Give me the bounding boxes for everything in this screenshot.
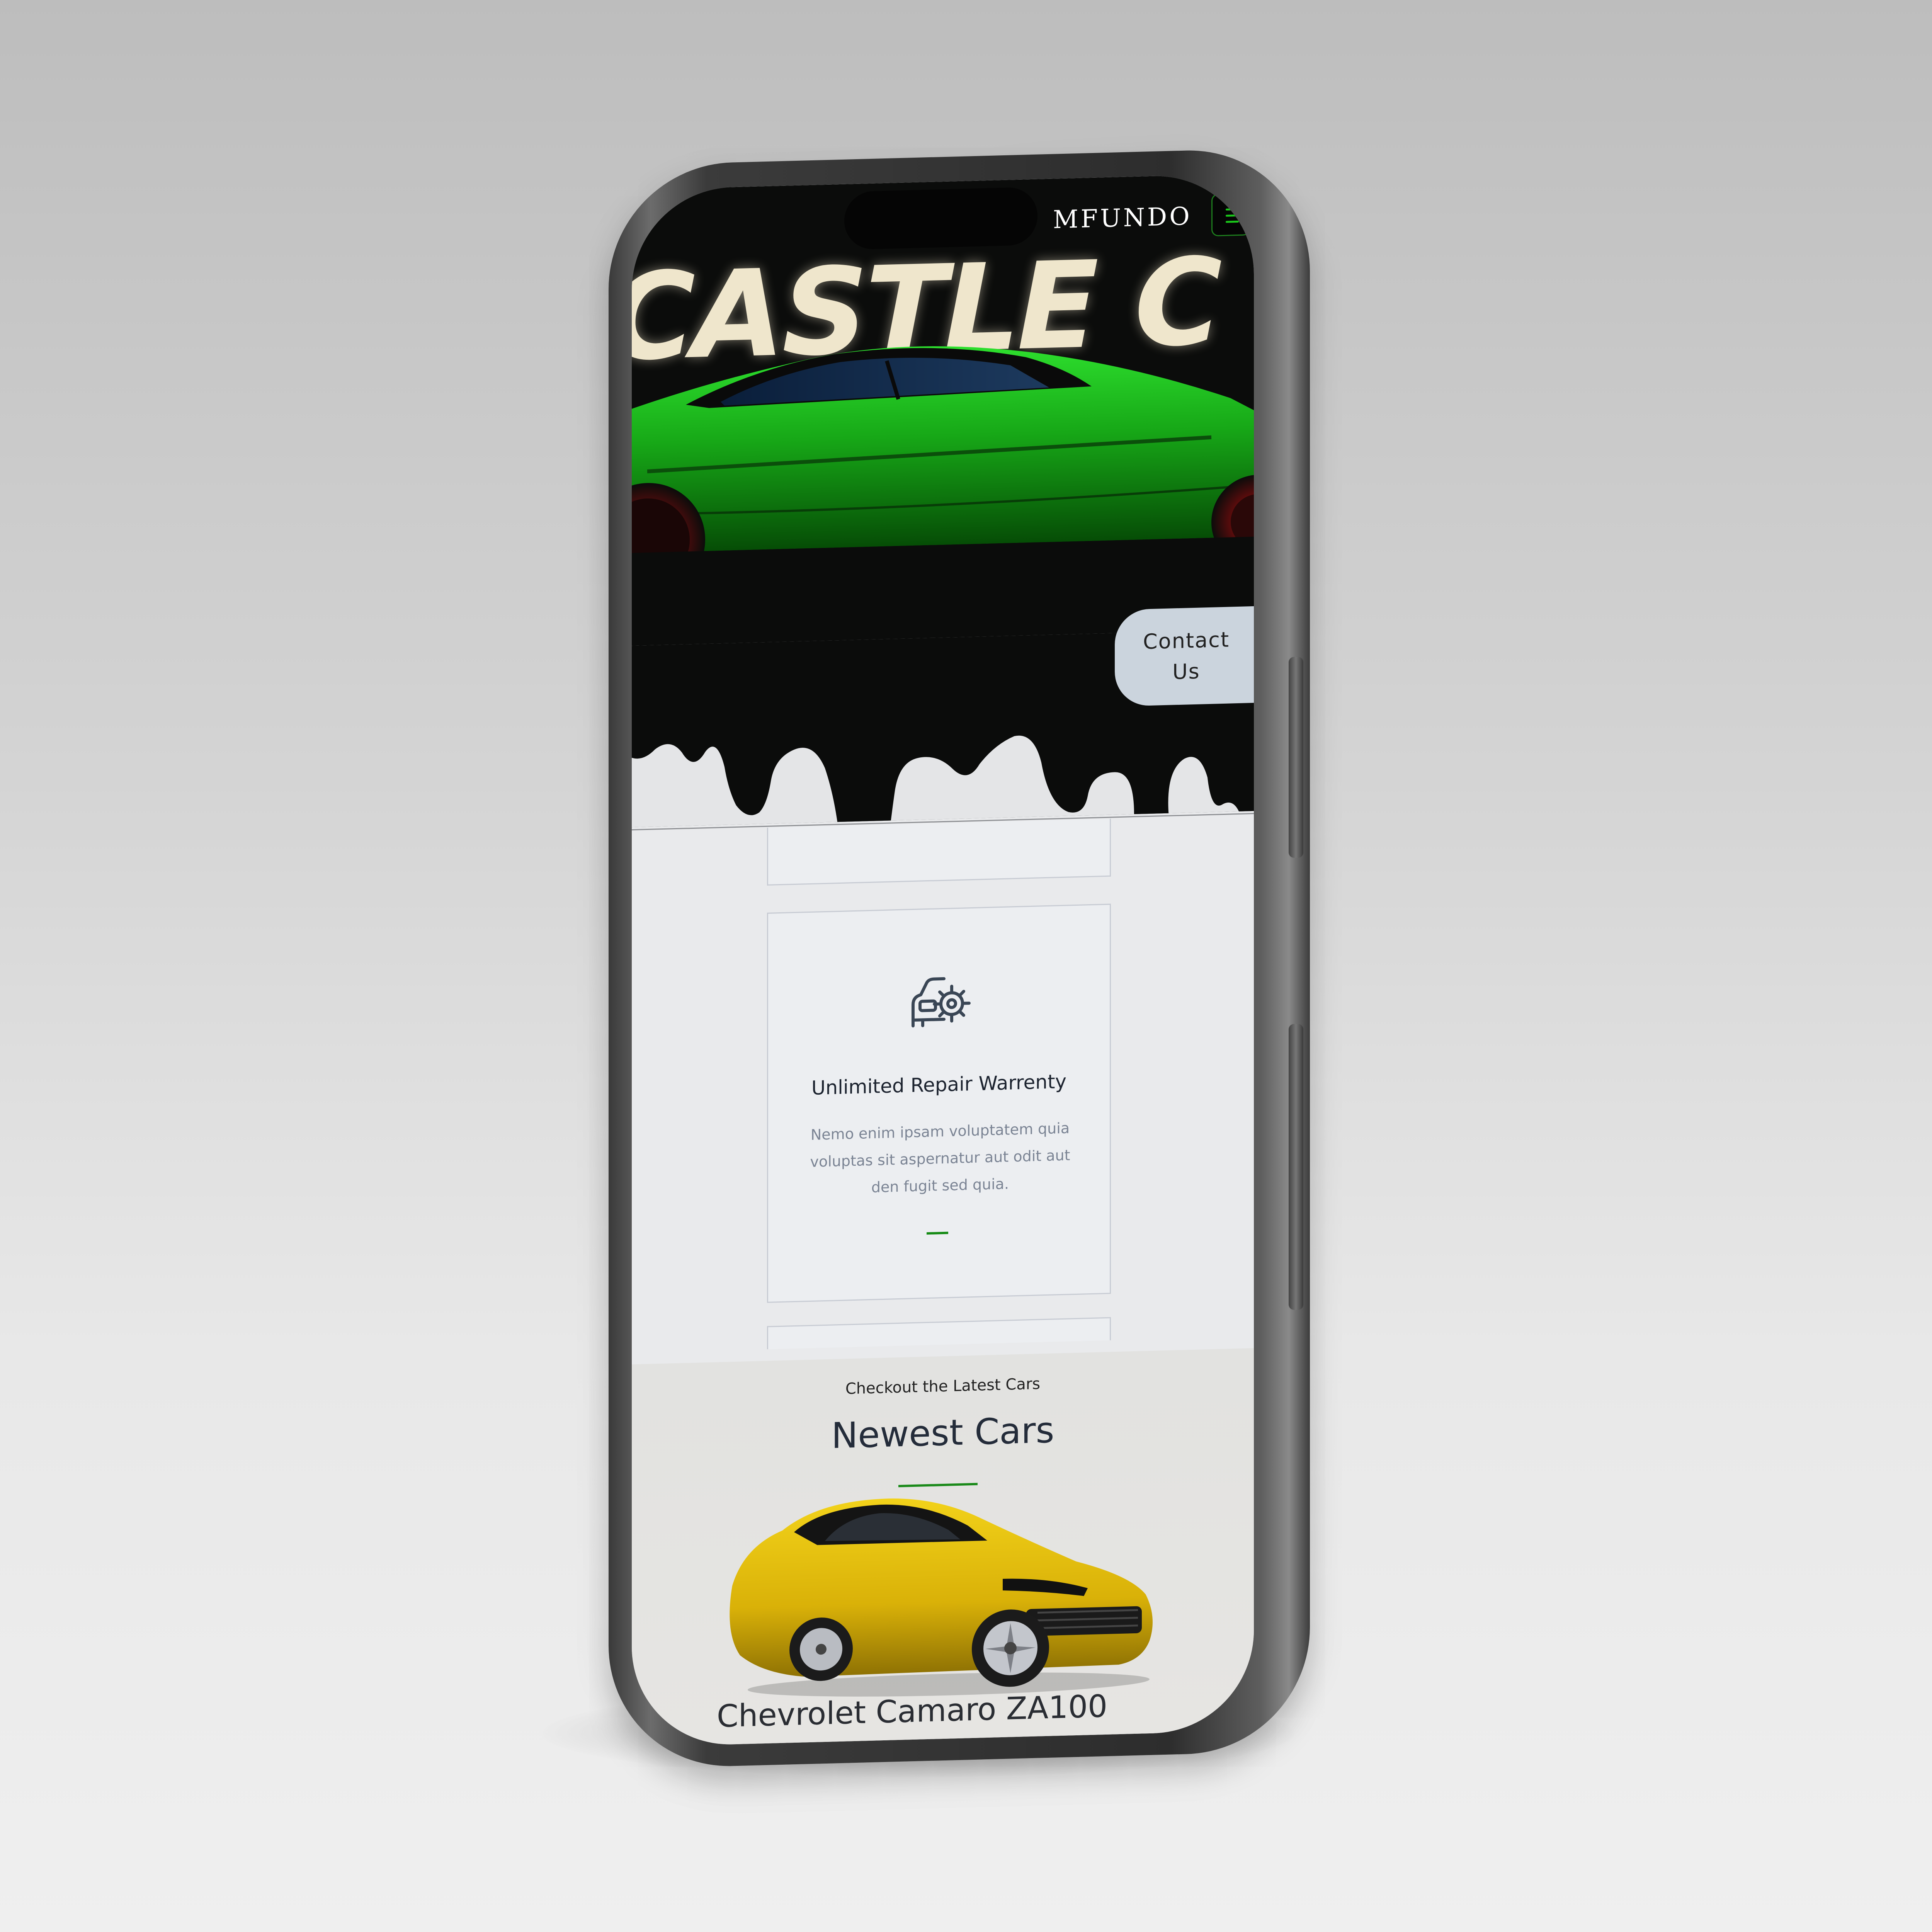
phone-side-button — [1289, 657, 1303, 858]
feature-card-accent-line — [927, 1231, 948, 1235]
yellow-camaro-image[interactable] — [717, 1478, 1169, 1706]
car-gear-repair-icon — [912, 977, 971, 1028]
feature-card — [767, 818, 1111, 886]
contact-us-label: Us — [1172, 659, 1200, 684]
contact-us-button[interactable]: Contact Us — [1115, 606, 1254, 707]
hero-green-car-image — [632, 346, 1254, 608]
feature-card-text: Nemo enim ipsam voluptatem quia voluptas… — [791, 1114, 1089, 1203]
feature-card — [767, 1317, 1111, 1349]
feature-card: Unlimited Repair Warrenty Nemo enim ipsa… — [767, 903, 1111, 1303]
newest-cars-section: Checkout the Latest Cars Newest Cars Che… — [632, 1348, 1254, 1747]
phone-dynamic-island — [844, 187, 1242, 250]
contact-us-label: Contact — [1143, 627, 1230, 654]
newest-cars-title: Newest Cars — [831, 1409, 1054, 1457]
phone-side-button — [1289, 1024, 1303, 1310]
brand-logo[interactable]: MFUNDO — [1053, 202, 1192, 234]
newest-cars-subtitle: Checkout the Latest Cars — [845, 1375, 1041, 1398]
phone-screen: ICASTLE C MFUNDO Contact Us Unlimited Re… — [632, 173, 1254, 1747]
hamburger-menu-icon[interactable] — [1211, 193, 1250, 236]
feature-card-title: Unlimited Repair Warrenty — [811, 1070, 1067, 1099]
hero-section: ICASTLE C MFUNDO Contact Us — [632, 173, 1254, 828]
